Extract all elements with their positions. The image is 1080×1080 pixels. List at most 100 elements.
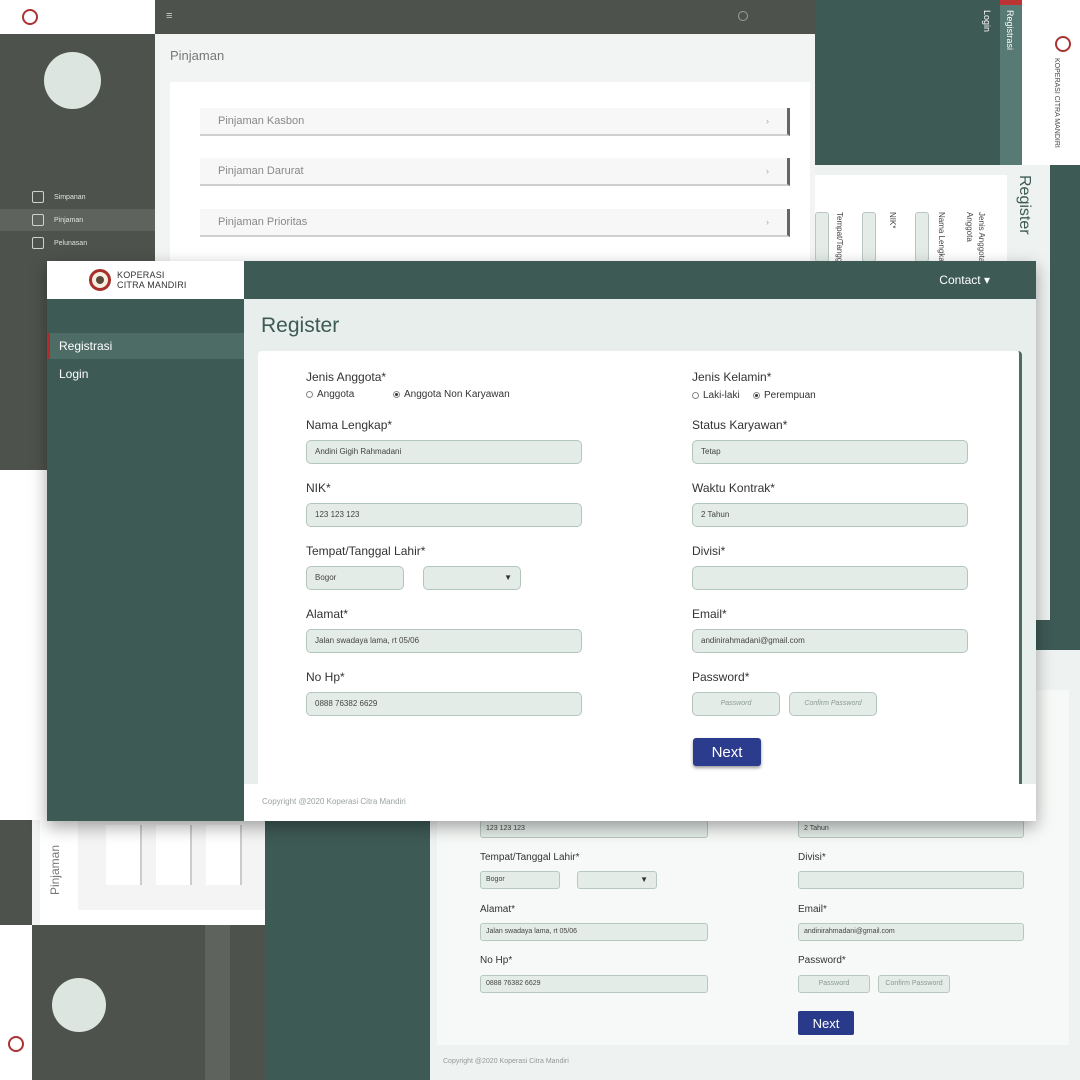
nama-lengkap-field[interactable]: Andini Gigih Rahmadani xyxy=(306,440,582,464)
sidebar-item-label: Pelunasan xyxy=(54,239,88,247)
radio-perempuan[interactable]: Perempuan xyxy=(753,390,816,401)
copy-tempat-field[interactable]: Bogor xyxy=(480,871,560,889)
register-form-card: Jenis Anggota* Anggota Anggota Non Karya… xyxy=(258,351,1022,791)
background-rotated-dashboard: Pinjaman xyxy=(0,820,265,1080)
sidebar-item-login[interactable]: Login xyxy=(47,361,244,387)
user-icon[interactable] xyxy=(738,11,748,21)
accordion-kasbon[interactable]: Pinjaman Kasbon › xyxy=(200,108,790,136)
copy-password-field[interactable]: Password xyxy=(798,975,870,993)
chevron-right-icon: › xyxy=(766,166,769,176)
radio-selected-icon xyxy=(753,392,760,399)
copy-confirm-field[interactable]: Confirm Password xyxy=(878,975,950,993)
chevron-right-icon: › xyxy=(766,116,769,126)
copy-divisi-field[interactable] xyxy=(798,871,1024,889)
koperasi-logo-icon xyxy=(89,269,111,291)
copy-copyright: Copyright @2020 Koperasi Citra Mandiri xyxy=(443,1058,569,1065)
radio-laki-laki[interactable]: Laki-laki xyxy=(692,390,740,401)
sidebar-item-pinjaman[interactable]: Pinjaman xyxy=(0,209,155,231)
sidebar-item-pelunasan[interactable]: Pelunasan xyxy=(0,232,155,254)
copyright-text: Copyright @2020 Koperasi Citra Mandiri xyxy=(262,797,406,806)
nama-lengkap-label: Nama Lengkap* xyxy=(306,418,393,432)
hamburger-menu-icon[interactable]: ≡ xyxy=(166,11,176,22)
sidebar-item-label: Simpanan xyxy=(54,193,86,201)
register-window: KOPERASI CITRA MANDIRI Registrasi Login … xyxy=(47,261,1036,821)
copy-label: Tempat/Tanggal Lahir* xyxy=(480,852,580,863)
rotated-nav-login[interactable]: Login xyxy=(982,10,992,32)
rotated-accordion[interactable] xyxy=(156,825,192,885)
pelunasan-icon xyxy=(32,237,44,249)
dashboard-brand xyxy=(0,0,155,34)
email-field[interactable]: andinirahmadani@gmail.com xyxy=(692,629,968,653)
radio-label: Anggota Non Karyawan xyxy=(404,389,510,400)
dashboard-page-title: Pinjaman xyxy=(170,48,225,63)
brand-line1: KOPERASI xyxy=(117,270,165,280)
koperasi-logo-icon xyxy=(8,1036,24,1052)
divisi-field[interactable] xyxy=(692,566,968,590)
next-button[interactable]: Next xyxy=(693,738,761,766)
contact-dropdown[interactable]: Contact ▾ xyxy=(939,273,990,287)
avatar xyxy=(44,52,101,109)
sidebar-item-registrasi[interactable]: Registrasi xyxy=(47,333,244,359)
radio-icon xyxy=(306,391,313,398)
koperasi-logo-icon xyxy=(1055,36,1071,52)
koperasi-logo-icon xyxy=(22,9,38,25)
rotated-nav-accent xyxy=(1000,0,1022,5)
brand-text: KOPERASI CITRA MANDIRI xyxy=(117,270,187,290)
waktu-kontrak-field[interactable]: 2 Tahun xyxy=(692,503,968,527)
rotated-field[interactable] xyxy=(815,212,829,262)
accordion-label: Pinjaman Kasbon xyxy=(218,115,305,127)
chevron-down-icon: ▼ xyxy=(640,875,648,884)
copy-label: Divisi* xyxy=(798,852,826,863)
password-field[interactable]: Password xyxy=(692,692,780,716)
tanggal-lahir-select[interactable]: ▼ xyxy=(423,566,521,590)
rotated-label: Nama Lengkap xyxy=(937,212,946,267)
rotated-page-title: Register xyxy=(1016,175,1033,235)
rotated-field[interactable] xyxy=(915,212,929,262)
rotated-label: Jenis Anggota xyxy=(977,212,986,263)
copy-hp-field[interactable]: 0888 76382 6629 xyxy=(480,975,708,993)
rotated-label: Anggota xyxy=(965,212,974,242)
copy-next-button[interactable]: Next xyxy=(798,1011,854,1035)
accordion-prioritas[interactable]: Pinjaman Prioritas › xyxy=(200,209,790,237)
accordion-darurat[interactable]: Pinjaman Darurat › xyxy=(200,158,790,186)
tempat-tanggal-lahir-label: Tempat/Tanggal Lahir* xyxy=(306,544,426,558)
alamat-field[interactable]: Jalan swadaya lama, rt 05/06 xyxy=(306,629,582,653)
copy-nik-field[interactable]: 123 123 123 xyxy=(480,820,708,838)
no-hp-label: No Hp* xyxy=(306,670,345,684)
rotated-accordion[interactable] xyxy=(206,825,242,885)
rotated-page-title: Pinjaman xyxy=(48,845,62,896)
copy-waktu-field[interactable]: 2 Tahun xyxy=(798,820,1024,838)
page-title: Register xyxy=(261,314,340,337)
rotated-dashboard-dark xyxy=(0,820,32,925)
no-hp-field[interactable]: 0888 76382 6629 xyxy=(306,692,582,716)
copy-label: Alamat* xyxy=(480,904,516,915)
sidebar-item-simpanan[interactable]: Simpanan xyxy=(0,186,155,208)
tempat-lahir-field[interactable]: Bogor xyxy=(306,566,404,590)
nik-label: NIK* xyxy=(306,481,331,495)
rotated-field[interactable] xyxy=(862,212,876,262)
rotated-nav-registrasi[interactable]: Registrasi xyxy=(1005,10,1015,50)
radio-icon xyxy=(692,392,699,399)
copy-alamat-field[interactable]: Jalan swadaya lama, rt 05/06 xyxy=(480,923,708,941)
copy-tanggal-select[interactable]: ▼ xyxy=(577,871,657,889)
rotated-dashboard-card xyxy=(78,820,265,910)
radio-anggota-non-karyawan[interactable]: Anggota Non Karyawan xyxy=(393,389,510,400)
copy-label: No Hp* xyxy=(480,955,513,966)
brand-line2: CITRA MANDIRI xyxy=(117,280,187,290)
status-karyawan-field[interactable]: Tetap xyxy=(692,440,968,464)
copy-label: Email* xyxy=(798,904,827,915)
copy-email-field[interactable]: andinirahmadani@gmail.com xyxy=(798,923,1024,941)
rotated-accordion[interactable] xyxy=(106,825,142,885)
chevron-down-icon: ▼ xyxy=(504,573,512,582)
radio-anggota[interactable]: Anggota xyxy=(306,389,354,400)
jenis-anggota-label: Jenis Anggota* xyxy=(306,370,387,384)
waktu-kontrak-label: Waktu Kontrak* xyxy=(692,481,775,495)
alamat-label: Alamat* xyxy=(306,607,349,621)
dashboard-card: Pinjaman Kasbon › Pinjaman Darurat › Pinja… xyxy=(170,82,810,282)
copy-label: Password* xyxy=(798,955,846,966)
footer: Copyright @2020 Koperasi Citra Mandiri xyxy=(244,784,1036,821)
confirm-password-field[interactable]: Confirm Password xyxy=(789,692,877,716)
status-karyawan-label: Status Karyawan* xyxy=(692,418,788,432)
rotated-dashboard-band xyxy=(205,925,230,1080)
nik-field[interactable]: 123 123 123 xyxy=(306,503,582,527)
